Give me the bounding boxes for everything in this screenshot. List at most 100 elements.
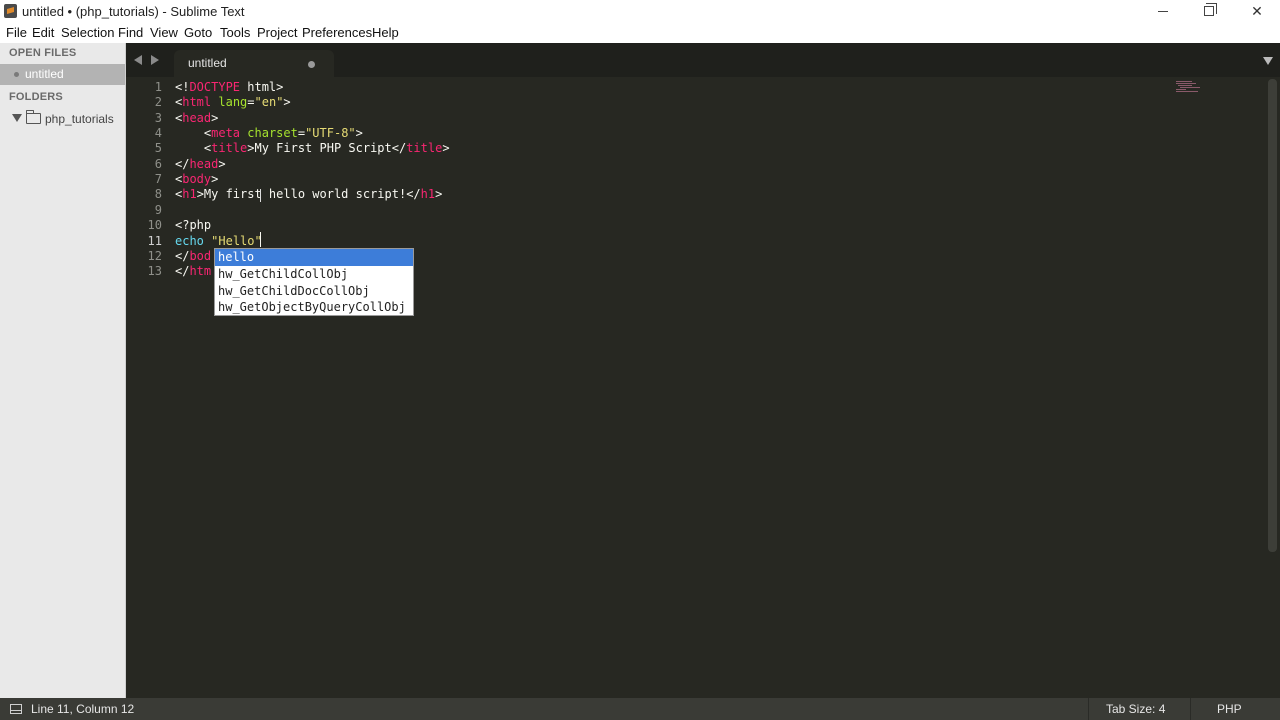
open-file-label: untitled: [25, 67, 64, 81]
code-token: meta: [211, 126, 241, 141]
code-editor[interactable]: 1 2 3 4 5 6 7 8 9 10 11 12 13 <!DOCTYPE html> <html l…: [126, 77, 1280, 698]
code-line[interactable]: <title>My First PHP Script</title>: [175, 141, 450, 155]
code-token: DOCTYPE: [189, 80, 241, 94]
text-caret: [260, 232, 261, 247]
code-line[interactable]: <head>: [175, 111, 218, 125]
cursor-position: Line 11, Column 12: [31, 702, 135, 716]
code-token: =: [297, 126, 306, 141]
menu-view[interactable]: View: [150, 25, 178, 40]
folder-label: php_tutorials: [45, 112, 114, 126]
code-line[interactable]: </htm: [175, 264, 211, 278]
menu-tools[interactable]: Tools: [220, 25, 250, 40]
menu-selection[interactable]: Selection: [61, 25, 114, 40]
status-bar: Line 11, Column 12 Tab Size: 4 PHP: [0, 698, 1280, 720]
code-token: >: [435, 187, 443, 202]
code-token: >My first hello world script!</: [196, 187, 421, 202]
code-line[interactable]: <body>: [175, 172, 218, 186]
code-token: =: [247, 95, 255, 110]
status-divider: [1190, 698, 1191, 720]
sidebar: OPEN FILES untitled FOLDERS php_tutorial…: [0, 43, 126, 698]
sublime-app-icon: [4, 4, 17, 18]
code-token: htm: [189, 264, 212, 279]
code-token: "UTF-8": [305, 126, 356, 141]
unsaved-dot-icon[interactable]: [308, 61, 315, 68]
autocomplete-item[interactable]: hw_GetChildCollObj: [215, 266, 413, 283]
code-token: >: [211, 110, 219, 125]
restore-button[interactable]: [1186, 0, 1232, 23]
close-button[interactable]: ✕: [1234, 0, 1280, 23]
line-number: 10: [147, 218, 162, 233]
menu-find[interactable]: Find: [118, 25, 143, 40]
minimap[interactable]: [1176, 80, 1200, 94]
line-number: 1: [154, 80, 162, 94]
title-bar: untitled • (php_tutorials) - Sublime Tex…: [0, 0, 1280, 23]
code-line[interactable]: <h1>My first hello world script!</h1>: [175, 187, 442, 201]
code-token: bod: [189, 248, 212, 263]
menu-edit[interactable]: Edit: [32, 25, 54, 40]
tab-back-icon[interactable]: [134, 55, 142, 65]
menu-preferences[interactable]: Preferences: [302, 25, 372, 40]
code-line[interactable]: <!DOCTYPE html>: [175, 80, 283, 94]
syntax-indicator[interactable]: PHP: [1217, 702, 1242, 716]
menu-help[interactable]: Help: [372, 25, 399, 40]
vertical-scrollbar[interactable]: [1268, 79, 1277, 552]
code-token: </: [175, 248, 190, 263]
line-number: 11: [147, 233, 162, 248]
window-title: untitled • (php_tutorials) - Sublime Tex…: [22, 4, 245, 19]
line-number: 2: [154, 95, 162, 110]
folders-header: FOLDERS: [9, 91, 63, 103]
code-token: charset: [247, 126, 298, 141]
line-number: 5: [154, 141, 162, 156]
code-token: <?php: [175, 218, 212, 233]
tab-bar: untitled: [126, 43, 1280, 77]
line-number: 8: [154, 187, 162, 202]
code-line[interactable]: echo "Hello": [175, 234, 262, 248]
status-divider: [1088, 698, 1089, 720]
code-token: "Hello": [211, 233, 262, 248]
autocomplete-item[interactable]: hello: [215, 249, 413, 266]
line-number: 12: [147, 248, 162, 263]
panel-toggle-icon[interactable]: [10, 704, 22, 714]
autocomplete-item[interactable]: hw_GetChildDocCollObj: [215, 283, 413, 300]
code-token: title: [406, 141, 443, 156]
code-token: >: [211, 172, 219, 187]
code-token: lang: [218, 95, 248, 110]
tab-forward-icon[interactable]: [151, 55, 159, 65]
code-token: head: [189, 156, 219, 171]
line-number: 6: [154, 156, 162, 171]
line-number: 13: [147, 264, 162, 279]
code-token: h1: [420, 187, 436, 202]
code-line[interactable]: <?php: [175, 218, 211, 232]
code-token: html: [182, 95, 212, 110]
code-token: echo: [175, 233, 204, 248]
tab-untitled[interactable]: untitled: [174, 50, 334, 77]
code-line[interactable]: </head>: [175, 157, 226, 171]
code-line[interactable]: <meta charset="UTF-8">: [175, 126, 363, 140]
unsaved-dot-icon: [14, 72, 19, 77]
code-token: html>: [240, 80, 284, 94]
code-line[interactable]: <html lang="en">: [175, 95, 291, 109]
menu-file[interactable]: File: [6, 25, 27, 40]
code-line[interactable]: </bod: [175, 249, 211, 263]
code-token: </: [175, 264, 190, 279]
menu-project[interactable]: Project: [257, 25, 297, 40]
folder-open-icon: [26, 110, 41, 124]
code-token: <: [175, 141, 212, 156]
code-token: >: [355, 126, 363, 141]
menu-bar: File Edit Selection Find View Goto Tools…: [0, 23, 1280, 43]
expand-triangle-icon[interactable]: [12, 114, 22, 122]
code-token: >: [283, 95, 291, 110]
code-token: </: [175, 156, 190, 171]
tab-list-dropdown-icon[interactable]: [1263, 57, 1273, 65]
line-number: 9: [154, 202, 162, 217]
autocomplete-item[interactable]: hw_GetObjectByQueryCollObj: [215, 299, 413, 316]
sidebar-open-file-untitled[interactable]: untitled: [0, 64, 125, 85]
menu-goto[interactable]: Goto: [184, 25, 212, 40]
sidebar-folder-php-tutorials[interactable]: php_tutorials: [0, 108, 125, 129]
code-token: title: [211, 141, 248, 156]
minimize-button[interactable]: [1140, 0, 1186, 23]
code-token: >My First PHP Script</: [247, 141, 407, 156]
code-token: h1: [182, 187, 197, 202]
mouse-ibeam-cursor-icon: [260, 189, 261, 202]
tab-size-indicator[interactable]: Tab Size: 4: [1106, 702, 1165, 716]
